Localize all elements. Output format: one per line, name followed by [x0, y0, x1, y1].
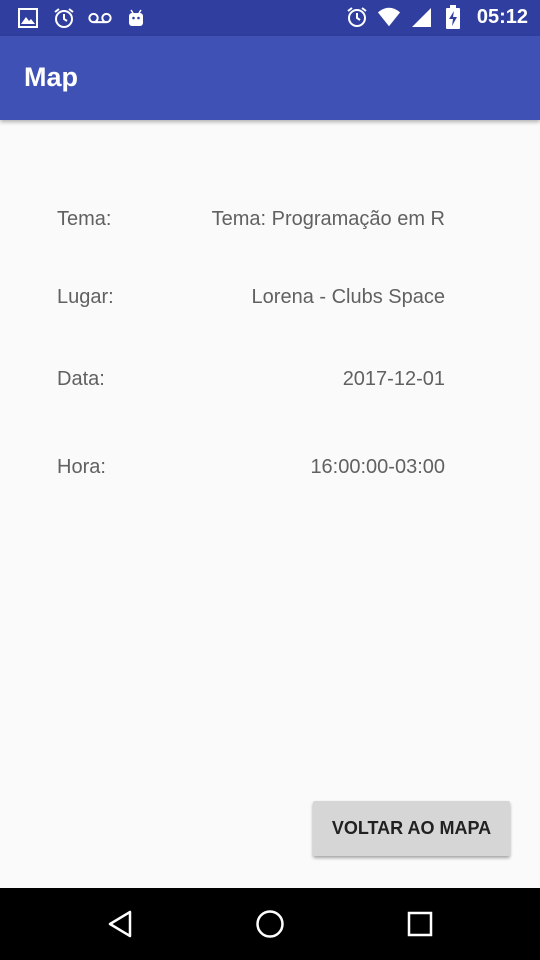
image-icon [16, 6, 40, 30]
signal-icon [409, 5, 433, 29]
system-nav-bar [0, 888, 540, 960]
detail-row-tema: Tema: Tema: Programação em R [57, 208, 445, 238]
home-icon[interactable] [250, 906, 290, 942]
alarm-icon [52, 6, 76, 30]
wifi-icon [377, 5, 401, 29]
tema-label: Tema: [57, 208, 112, 230]
status-clock: 05:12 [476, 5, 528, 28]
data-label: Data: [57, 368, 105, 390]
lugar-value: Lorena - Clubs Space [251, 286, 445, 308]
recents-icon[interactable] [400, 906, 440, 942]
event-details: Tema: Tema: Programação em R Lugar: Lore… [0, 120, 540, 888]
tema-value: Tema: Programação em R [211, 208, 445, 230]
notification-icons [16, 6, 148, 30]
detail-row-lugar: Lugar: Lorena - Clubs Space [57, 286, 445, 316]
status-bar: 05:12 [0, 0, 540, 36]
detail-row-data: Data: 2017-12-01 [57, 368, 445, 398]
detail-row-hora: Hora: 16:00:00-03:00 [57, 456, 445, 486]
back-icon[interactable] [100, 906, 140, 942]
system-icons: 05:12 [345, 5, 528, 29]
app-bar: Map [0, 36, 540, 120]
lugar-label: Lugar: [57, 286, 114, 308]
page-title: Map [24, 62, 78, 92]
battery-charging-icon [441, 5, 465, 29]
data-value: 2017-12-01 [342, 368, 445, 390]
alarm-icon [345, 5, 369, 29]
back-to-map-button[interactable]: VOLTAR AO MAPA [313, 801, 510, 856]
hora-value: 16:00:00-03:00 [310, 456, 445, 478]
android-icon [124, 6, 148, 30]
hora-label: Hora: [57, 456, 106, 478]
voicemail-icon [88, 6, 112, 30]
